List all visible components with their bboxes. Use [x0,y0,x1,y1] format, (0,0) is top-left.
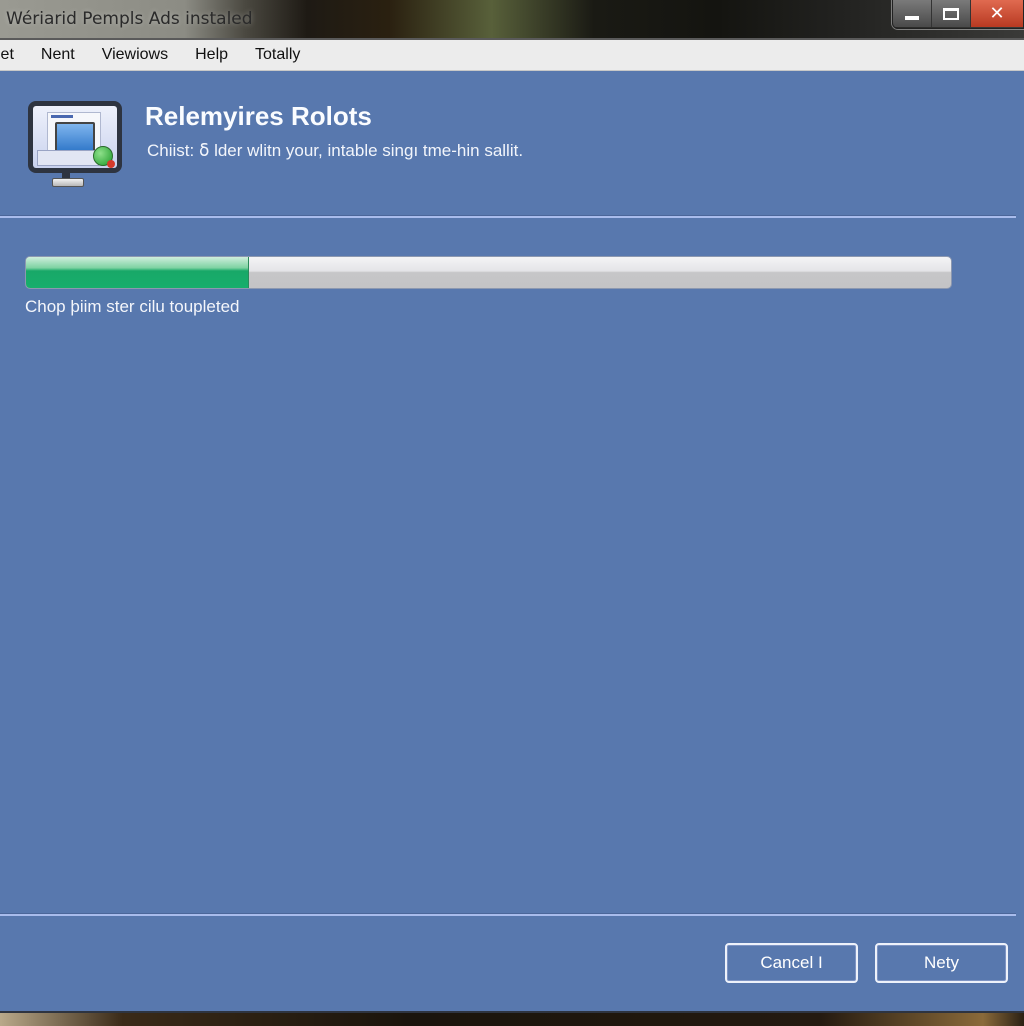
menu-item-viewiows[interactable]: Viewiows [88,46,181,64]
title-bar: Wériarid Pempls Ads instaled ✕ [0,0,1024,40]
icon-screen [33,106,117,168]
menu-item-help[interactable]: Help [181,46,241,64]
maximize-button[interactable] [931,0,970,27]
window-title: Wériarid Pempls Ads instaled [6,9,253,29]
close-button[interactable]: ✕ [970,0,1023,27]
header-divider [0,215,1016,218]
progress-fill [26,257,249,288]
icon-tray [37,150,99,166]
menu-bar: let Nent Viewiows Help Totally [0,40,1024,71]
icon-stand-base [52,178,84,187]
window-controls: ✕ [892,0,1024,29]
minimize-button[interactable] [893,0,931,27]
menu-item-nent[interactable]: Nent [27,46,88,64]
menu-item-totally[interactable]: Totally [241,46,313,64]
maximize-icon [943,7,959,20]
next-button[interactable]: Nety [875,943,1008,983]
icon-window-bar [51,115,73,118]
computer-install-icon [28,101,122,173]
cancel-button[interactable]: Cancel I [725,943,858,983]
menu-item-let[interactable]: let [0,46,27,64]
icon-badge-red [107,160,115,168]
progress-bar [25,256,952,289]
minimize-icon [905,15,919,20]
page-subtitle: Chiist: ẟ lder wlitn your, intable singı… [147,141,524,160]
close-icon: ✕ [989,2,1005,24]
progress-status: Chop þiim ster cilu toupleted [25,297,240,316]
footer-divider [0,913,1016,916]
page-title: Relemyires Rolots [145,101,372,131]
